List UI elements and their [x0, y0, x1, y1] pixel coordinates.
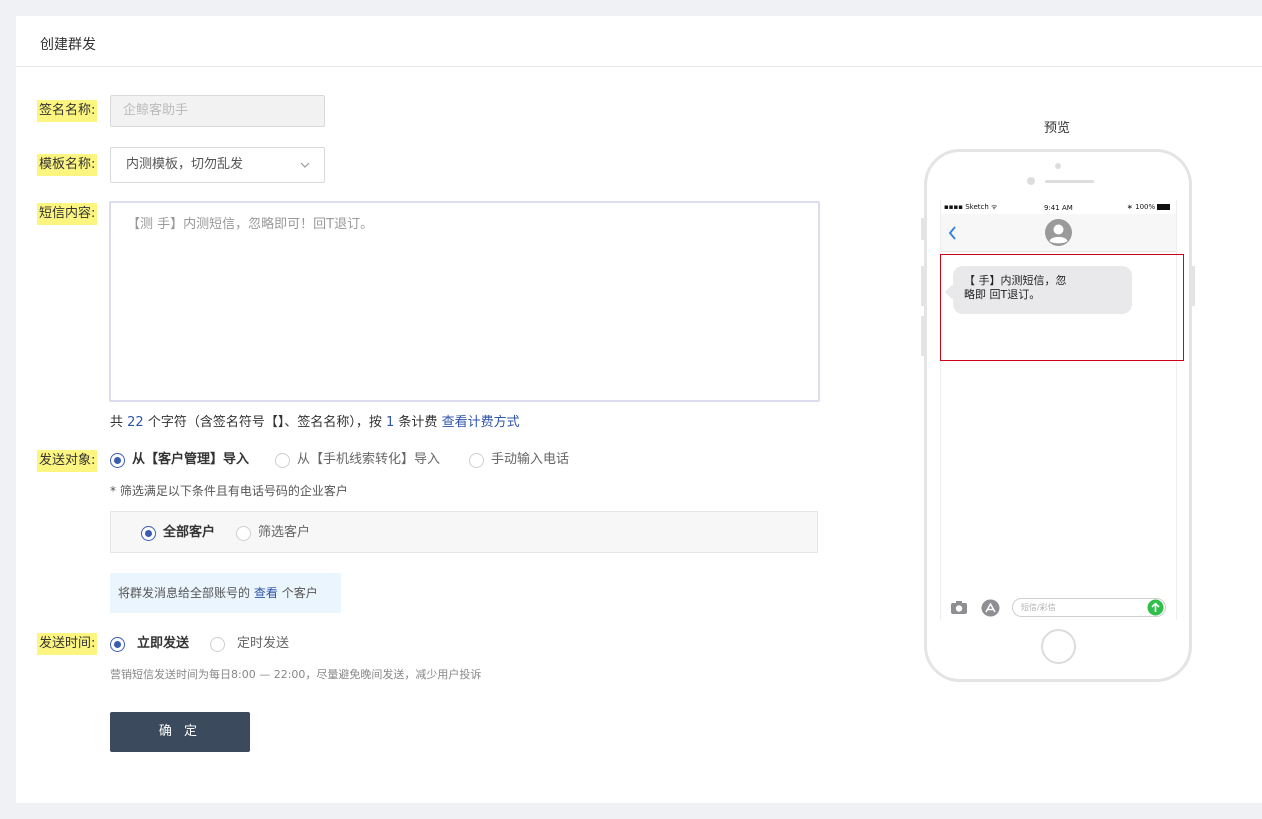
- target-label: 发送对象:: [37, 450, 98, 472]
- app-store-icon[interactable]: [981, 599, 1000, 617]
- home-button[interactable]: [1041, 629, 1076, 664]
- filter-option-label: 全部客户: [163, 525, 216, 540]
- message-bubble: 【 手】内测短信，忽 略即 回T退订。: [953, 266, 1132, 314]
- target-option-manual[interactable]: 手动输入电话: [469, 452, 569, 469]
- phone-camera: [1027, 177, 1035, 185]
- phone-speaker: [1045, 180, 1094, 183]
- battery-icon: [1157, 204, 1171, 210]
- bluetooth-icon: ∗: [1127, 203, 1133, 211]
- battery-percent: 100%: [1135, 203, 1156, 211]
- status-time: 9:41 AM: [1044, 204, 1073, 212]
- chevron-down-icon: [300, 162, 310, 168]
- wifi-icon: ᯤ: [991, 203, 998, 211]
- filter-option-custom[interactable]: 筛选客户: [236, 525, 310, 542]
- message-input[interactable]: 短信/彩信: [1012, 598, 1166, 617]
- content-text: 【测 手】内测短信，忽略即可！回T退订。: [127, 217, 374, 232]
- bubble-line: 略即 回T退订。: [964, 288, 1041, 301]
- target-option-leads[interactable]: 从【手机线索转化】导入: [275, 452, 440, 469]
- target-option-label: 从【手机线索转化】导入: [297, 452, 441, 467]
- signal-icon: ▪▪▪▪: [944, 203, 963, 211]
- recipient-info-prefix: 将群发消息给全部账号的: [118, 586, 251, 600]
- bubble-line: 【 手】内测短信，忽: [964, 274, 1067, 287]
- phone-sensor: [1055, 163, 1061, 169]
- radio-checked-icon[interactable]: [110, 452, 125, 468]
- char-count-suffix: 条计费: [398, 415, 438, 430]
- filter-option-all[interactable]: 全部客户: [141, 525, 215, 542]
- preview-title: 预览: [1044, 121, 1071, 136]
- status-bar-left: ▪▪▪▪ Sketch ᯤ: [944, 203, 997, 212]
- target-note: * 筛选满足以下条件且有电话号码的企业客户: [110, 484, 348, 498]
- radio-unchecked-icon[interactable]: [236, 525, 251, 541]
- recipient-info: 将群发消息给全部账号的 查看 个客户: [110, 573, 341, 613]
- phone-side-button: [1192, 266, 1195, 306]
- view-customers-link[interactable]: 查看: [254, 586, 278, 600]
- signature-input[interactable]: 企鲸客助手: [110, 95, 325, 127]
- content-textarea[interactable]: 【测 手】内测短信，忽略即可！回T退订。: [109, 201, 820, 402]
- recipient-info-suffix: 个客户: [281, 586, 318, 600]
- radio-unchecked-icon[interactable]: [275, 452, 290, 468]
- send-time-option-label: 定时发送: [237, 636, 290, 651]
- target-option-label: 手动输入电话: [491, 452, 570, 467]
- radio-unchecked-icon[interactable]: [210, 636, 225, 652]
- template-select-value: 内测模板，切勿乱发: [126, 157, 244, 172]
- billing-method-link[interactable]: 查看计费方式: [442, 415, 520, 430]
- char-count-value: 22: [127, 415, 144, 430]
- filter-option-label: 筛选客户: [258, 525, 311, 540]
- char-count-line: 共 22 个字符（含签名符号【】、签名名称），按 1 条计费 查看计费方式: [110, 411, 520, 430]
- send-time-label: 发送时间:: [37, 633, 98, 655]
- back-chevron-icon[interactable]: [948, 226, 957, 240]
- status-bar-right: ∗ 100%: [1127, 203, 1171, 211]
- target-option-label: 从【客户管理】导入: [132, 452, 250, 467]
- phone-side-button: [921, 316, 924, 356]
- signature-label: 签名名称:: [37, 100, 98, 122]
- char-count-prefix: 共: [110, 415, 124, 430]
- char-count-middle: 个字符（含签名符号【】、签名名称），按: [147, 415, 382, 430]
- carrier-label: Sketch: [965, 203, 989, 211]
- phone-side-button: [921, 218, 924, 240]
- content-label: 短信内容:: [37, 203, 98, 225]
- radio-unchecked-icon[interactable]: [469, 452, 484, 468]
- billing-count-value: 1: [386, 415, 395, 430]
- camera-icon[interactable]: [950, 600, 968, 615]
- contact-avatar-icon[interactable]: [1045, 219, 1072, 246]
- page-title: 创建群发: [16, 16, 1262, 67]
- send-time-option-now[interactable]: 立即发送: [110, 636, 189, 653]
- template-label: 模板名称:: [37, 154, 98, 176]
- target-option-crm[interactable]: 从【客户管理】导入: [110, 452, 249, 469]
- send-time-option-scheduled[interactable]: 定时发送: [210, 636, 289, 653]
- phone-side-button: [921, 266, 924, 306]
- send-time-option-label: 立即发送: [137, 636, 190, 651]
- send-arrow-icon[interactable]: [1147, 599, 1164, 616]
- send-time-note: 营销短信发送时间为每日8:00 — 22:00，尽量避免晚间发送，减少用户投诉: [110, 668, 482, 681]
- radio-checked-icon[interactable]: [141, 525, 156, 541]
- filter-box: [110, 511, 818, 553]
- submit-button[interactable]: 确 定: [110, 712, 250, 752]
- radio-checked-icon[interactable]: [110, 636, 125, 652]
- template-select[interactable]: 内测模板，切勿乱发: [110, 147, 325, 183]
